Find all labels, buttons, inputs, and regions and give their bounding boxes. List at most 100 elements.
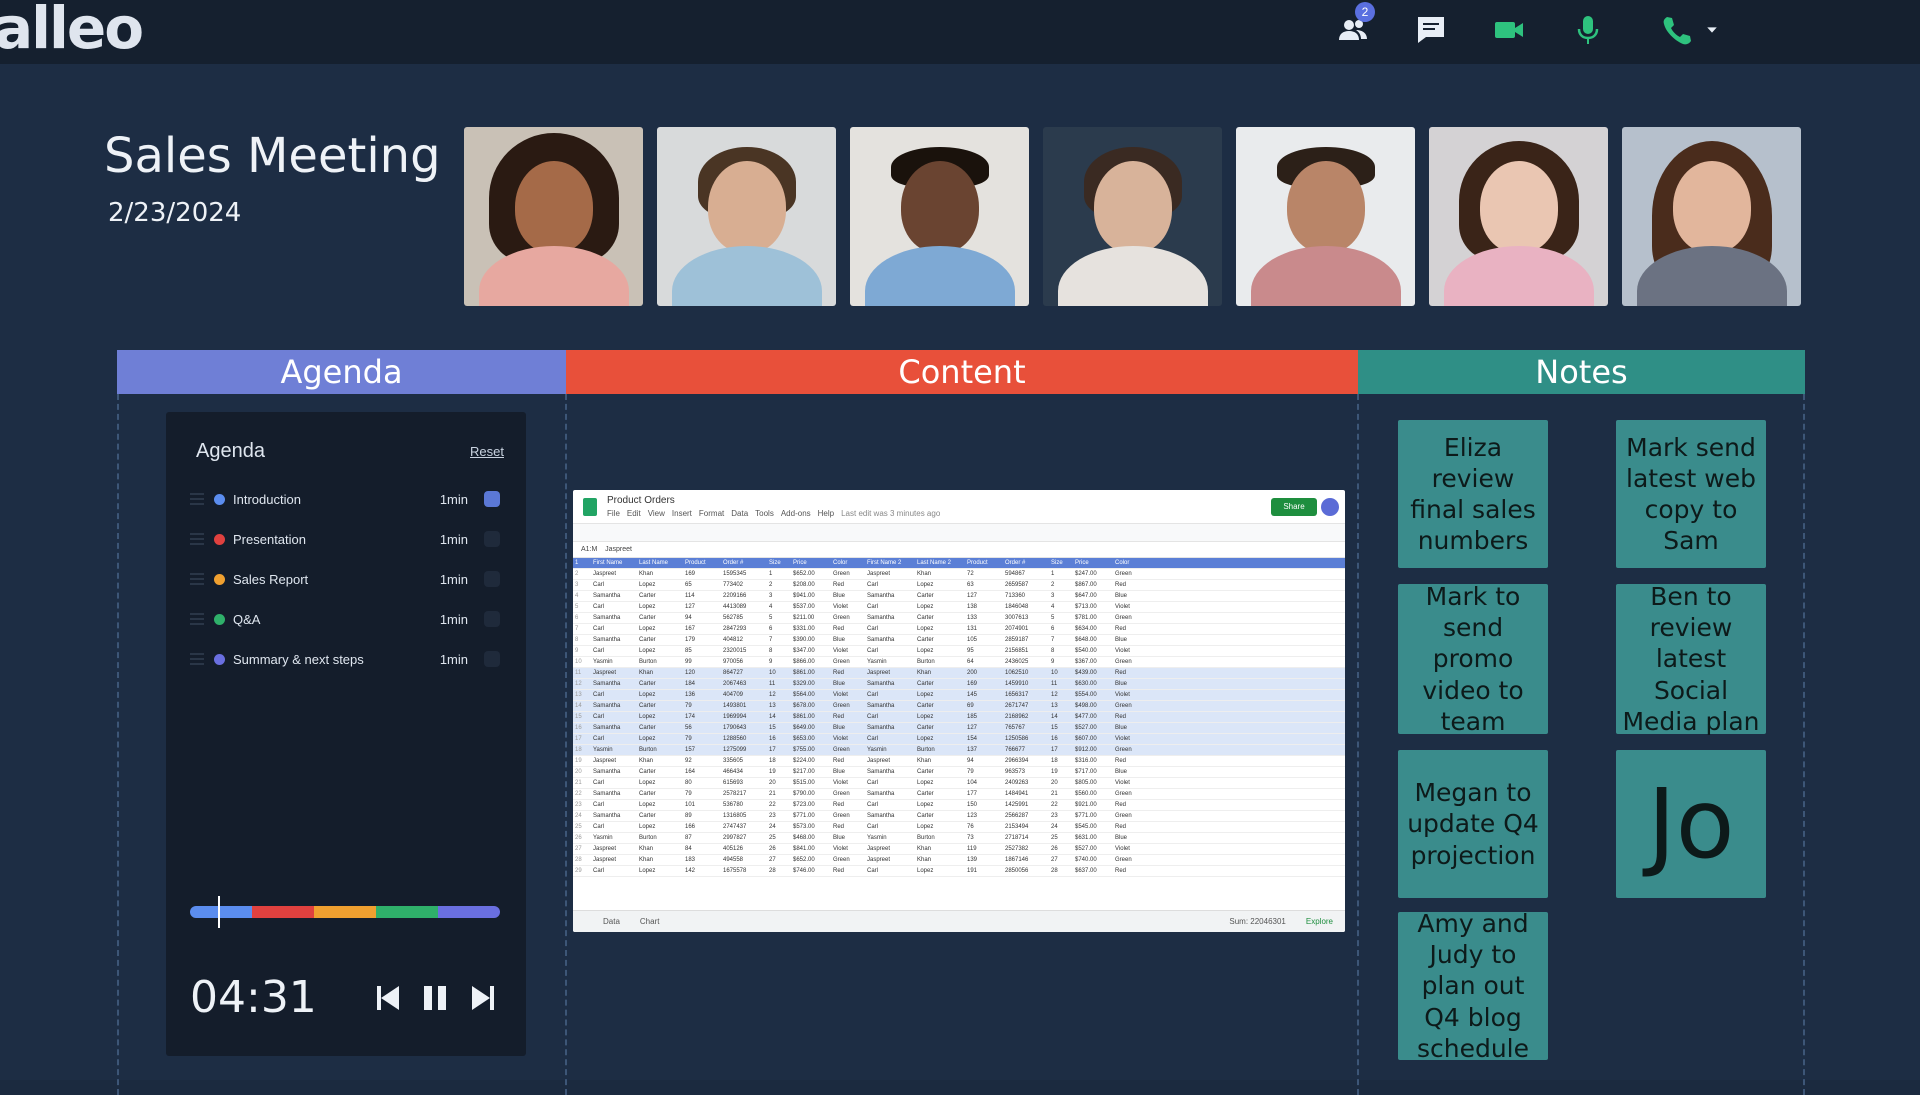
table-cell[interactable]: 335605 — [721, 756, 767, 766]
row-number[interactable]: 27 — [573, 844, 591, 854]
table-cell[interactable]: Samantha — [591, 767, 637, 777]
table-cell[interactable]: Samantha — [865, 767, 915, 777]
table-cell[interactable]: Carl — [591, 712, 637, 722]
explore-button[interactable]: Explore — [1306, 917, 1333, 926]
table-cell[interactable]: 2153494 — [1003, 822, 1049, 832]
table-cell[interactable]: 19 — [1049, 767, 1073, 777]
table-cell[interactable]: Khan — [915, 756, 965, 766]
column-header[interactable]: Order # — [1003, 558, 1049, 568]
table-cell[interactable]: Red — [1113, 712, 1147, 722]
table-row[interactable]: 11 Jaspreet Khan 120 864727 10 $861.00 Red Jaspr… — [573, 668, 1345, 679]
table-cell[interactable]: 120 — [683, 668, 721, 678]
column-header[interactable]: Product — [683, 558, 721, 568]
table-cell[interactable]: $224.00 — [791, 756, 831, 766]
row-number[interactable]: 19 — [573, 756, 591, 766]
spreadsheet-menu-item[interactable]: Edit — [627, 509, 641, 518]
table-cell[interactable]: 19 — [767, 767, 791, 777]
row-number[interactable]: 21 — [573, 778, 591, 788]
table-cell[interactable]: Blue — [831, 635, 865, 645]
table-cell[interactable]: 1250586 — [1003, 734, 1049, 744]
table-cell[interactable]: 2209166 — [721, 591, 767, 601]
table-cell[interactable]: 26 — [767, 844, 791, 854]
table-cell[interactable]: 14 — [767, 712, 791, 722]
table-cell[interactable]: 179 — [683, 635, 721, 645]
table-cell[interactable]: $649.00 — [791, 723, 831, 733]
table-row[interactable]: 27 Jaspreet Khan 84 405126 26 $841.00 Violet Jas… — [573, 844, 1345, 855]
participant-video[interactable] — [1622, 127, 1801, 306]
sheet-tab[interactable]: Chart — [640, 917, 660, 926]
table-cell[interactable]: Burton — [915, 745, 965, 755]
table-cell[interactable]: Lopez — [637, 690, 683, 700]
table-cell[interactable]: $208.00 — [791, 580, 831, 590]
table-cell[interactable]: Lopez — [915, 866, 965, 876]
table-cell[interactable]: 1459910 — [1003, 679, 1049, 689]
table-cell[interactable]: $631.00 — [1073, 833, 1113, 843]
table-cell[interactable]: Yasmin — [591, 657, 637, 667]
table-cell[interactable]: $653.00 — [791, 734, 831, 744]
table-cell[interactable]: Yasmin — [591, 833, 637, 843]
table-cell[interactable]: 2997827 — [721, 833, 767, 843]
spreadsheet-menu-item[interactable]: File — [607, 509, 620, 518]
table-cell[interactable]: Samantha — [865, 723, 915, 733]
table-cell[interactable]: Red — [831, 866, 865, 876]
agenda-item[interactable]: Sales Report 1min — [190, 560, 500, 598]
table-cell[interactable]: $841.00 — [791, 844, 831, 854]
table-cell[interactable]: 64 — [965, 657, 1003, 667]
table-cell[interactable]: $537.00 — [791, 602, 831, 612]
table-cell[interactable]: 10 — [767, 668, 791, 678]
table-cell[interactable]: 119 — [965, 844, 1003, 854]
table-cell[interactable]: Red — [1113, 822, 1147, 832]
table-cell[interactable]: Carter — [915, 789, 965, 799]
table-cell[interactable]: Carl — [865, 624, 915, 634]
table-cell[interactable]: Green — [1113, 811, 1147, 821]
table-cell[interactable]: Samantha — [591, 723, 637, 733]
table-cell[interactable]: 615693 — [721, 778, 767, 788]
table-cell[interactable]: $527.00 — [1073, 844, 1113, 854]
table-cell[interactable]: 18 — [1049, 756, 1073, 766]
table-cell[interactable]: Samantha — [865, 811, 915, 821]
table-cell[interactable]: 20 — [1049, 778, 1073, 788]
table-cell[interactable]: 2168962 — [1003, 712, 1049, 722]
row-number[interactable]: 11 — [573, 668, 591, 678]
table-cell[interactable]: 92 — [683, 756, 721, 766]
table-cell[interactable]: 136 — [683, 690, 721, 700]
table-cell[interactable]: 127 — [965, 591, 1003, 601]
table-cell[interactable]: 169 — [683, 569, 721, 579]
row-number[interactable]: 25 — [573, 822, 591, 832]
table-cell[interactable]: Samantha — [865, 591, 915, 601]
table-cell[interactable]: Carter — [637, 767, 683, 777]
table-cell[interactable]: Samantha — [865, 701, 915, 711]
table-cell[interactable]: $515.00 — [791, 778, 831, 788]
table-cell[interactable]: 169 — [965, 679, 1003, 689]
table-cell[interactable]: 10 — [1049, 668, 1073, 678]
table-cell[interactable]: Carter — [915, 767, 965, 777]
table-cell[interactable]: Jaspreet — [865, 668, 915, 678]
table-cell[interactable]: 2671747 — [1003, 701, 1049, 711]
table-cell[interactable]: Khan — [637, 668, 683, 678]
table-cell[interactable]: Green — [1113, 701, 1147, 711]
drag-handle-icon[interactable] — [190, 493, 204, 505]
row-number[interactable]: 20 — [573, 767, 591, 777]
drag-handle-icon[interactable] — [190, 613, 204, 625]
table-cell[interactable]: 2436025 — [1003, 657, 1049, 667]
table-cell[interactable]: $921.00 — [1073, 800, 1113, 810]
table-cell[interactable]: $746.00 — [791, 866, 831, 876]
table-cell[interactable]: 2074901 — [1003, 624, 1049, 634]
table-cell[interactable]: Carter — [915, 613, 965, 623]
table-cell[interactable]: Violet — [831, 646, 865, 656]
table-cell[interactable]: 177 — [965, 789, 1003, 799]
table-cell[interactable]: Green — [831, 789, 865, 799]
table-cell[interactable]: 85 — [683, 646, 721, 656]
table-cell[interactable]: Samantha — [591, 789, 637, 799]
table-row[interactable]: 7 Carl Lopez 167 2847293 6 $331.00 Red Carl Lopez… — [573, 624, 1345, 635]
table-cell[interactable]: Violet — [1113, 734, 1147, 744]
table-cell[interactable]: $468.00 — [791, 833, 831, 843]
table-cell[interactable]: 25 — [767, 833, 791, 843]
table-cell[interactable]: Green — [831, 569, 865, 579]
table-cell[interactable]: Red — [1113, 668, 1147, 678]
table-cell[interactable]: Carter — [637, 789, 683, 799]
agenda-item-checkbox[interactable] — [484, 531, 500, 547]
table-cell[interactable]: Lopez — [637, 712, 683, 722]
table-cell[interactable]: Green — [831, 613, 865, 623]
table-cell[interactable]: Jaspreet — [865, 756, 915, 766]
